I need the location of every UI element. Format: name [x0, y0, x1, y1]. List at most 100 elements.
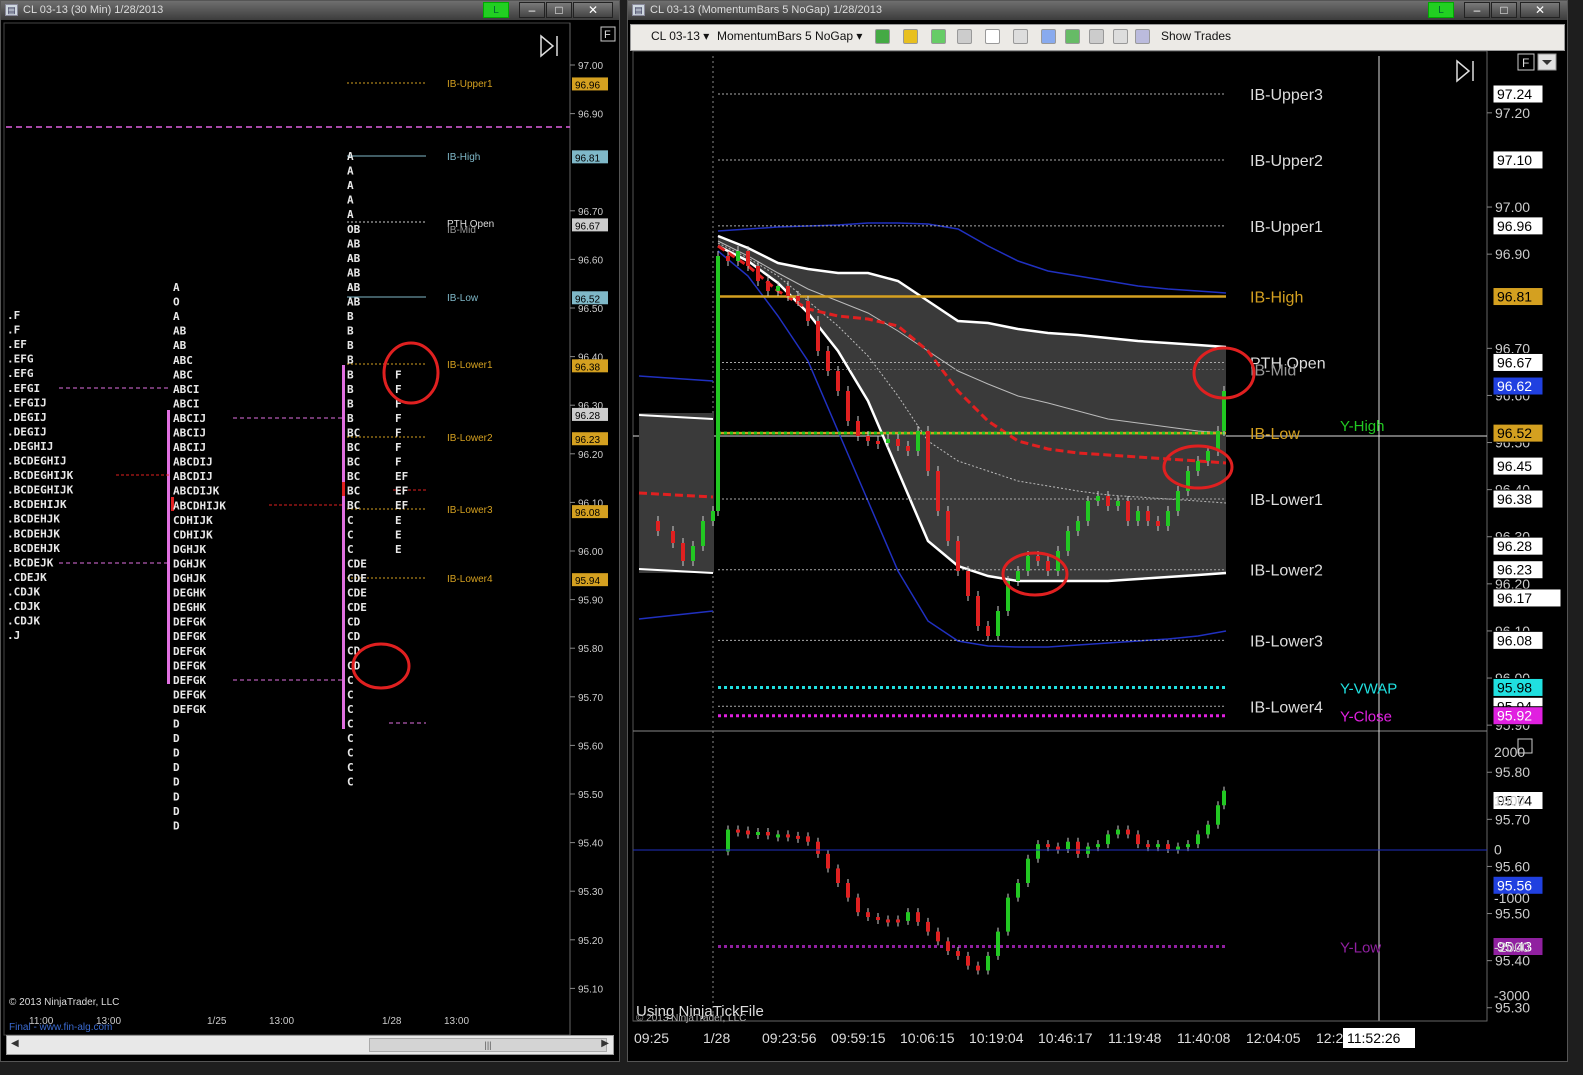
minimize-button[interactable]: – — [519, 2, 545, 18]
price-bar — [1196, 461, 1200, 471]
tpo-row: .DEGHIJ — [7, 440, 53, 453]
price-flag-label: 96.08 — [575, 508, 600, 519]
value-area-bar — [342, 365, 345, 729]
momentum-bar — [1126, 829, 1130, 835]
tpo-row: .BCDEGHIJ — [7, 455, 67, 468]
price-tick-label: 96.20 — [578, 450, 603, 461]
crosshair-icon[interactable] — [985, 29, 1000, 44]
scroll-to-end-icon[interactable] — [540, 34, 558, 58]
momentum-chart-window[interactable]: ▤ CL 03-13 (MomentumBars 5 NoGap) 1/28/2… — [627, 0, 1568, 1062]
tpo-row: B — [347, 339, 354, 352]
instrument-selector[interactable]: CL 03-13 ▾ — [651, 29, 709, 43]
price-bar — [946, 511, 950, 541]
add-indicator-icon[interactable] — [931, 29, 946, 44]
time-tick-label: 09:59:15 — [831, 1030, 886, 1046]
tpo-row: B — [347, 354, 354, 367]
tpo-row: D — [173, 776, 180, 789]
tpo-row: B — [347, 412, 354, 425]
tpo-row: .BCDEJK — [7, 556, 54, 569]
price-bar — [656, 521, 660, 531]
price-bar — [1126, 501, 1130, 521]
properties-icon[interactable] — [1089, 29, 1104, 44]
scrollbar-thumb[interactable]: ||| — [369, 1038, 607, 1052]
price-bar — [1206, 451, 1210, 461]
scroll-right-icon[interactable]: ▶ — [601, 1038, 609, 1049]
left-title-bar[interactable]: ▤ CL 03-13 (30 Min) 1/28/2013 L – □ ✕ — [1, 1, 619, 20]
price-flag-label: 95.92 — [1497, 708, 1532, 724]
price-flag-label: 97.24 — [1497, 86, 1532, 102]
price-tick-label: 95.80 — [578, 644, 603, 655]
price-flag-label: 96.38 — [1497, 491, 1532, 507]
live-badge[interactable]: L — [1428, 2, 1454, 18]
show-trades-button[interactable]: Show Trades — [1161, 29, 1231, 43]
tpo-row: F — [395, 456, 402, 469]
momentum-bar — [1106, 834, 1110, 845]
right-title-bar[interactable]: ▤ CL 03-13 (MomentumBars 5 NoGap) 1/28/2… — [628, 1, 1567, 20]
y-level-label: Y-High — [1340, 418, 1384, 435]
time-tick-label: 11:00 — [29, 1016, 54, 1027]
tpo-row: E — [395, 528, 402, 541]
panel-flag-icon[interactable]: F — [600, 26, 616, 42]
momentum-bar — [1216, 805, 1220, 825]
level-label: IB-High — [447, 152, 480, 163]
minimize-button[interactable]: – — [1464, 2, 1490, 18]
price-tick-label: 95.10 — [578, 984, 603, 995]
close-button[interactable]: ✕ — [1520, 2, 1560, 18]
remove-indicator-icon[interactable] — [957, 29, 972, 44]
live-badge[interactable]: L — [483, 2, 509, 18]
momentum-chart-canvas[interactable]: F IB-Upper3IB-Upper2IB-Upper1IB-HighPTH … — [628, 51, 1567, 1062]
price-bar — [826, 351, 830, 371]
price-bar — [906, 446, 910, 451]
horizontal-scrollbar[interactable]: ◀ ||| ▶ — [6, 1035, 614, 1055]
strategies-icon[interactable] — [1065, 29, 1080, 44]
tpo-row: A — [347, 179, 354, 192]
tpo-row: C — [347, 674, 354, 687]
maximize-button[interactable]: □ — [1491, 2, 1517, 18]
momentum-bar — [1056, 846, 1060, 850]
tpo-row: EF — [395, 485, 408, 498]
tpo-profile-day2: AOAABABABCABCABCIABCIABCIJABCIJABCIJABCD… — [173, 281, 226, 832]
zoom-icon[interactable] — [1013, 29, 1028, 44]
close-button[interactable]: ✕ — [573, 2, 613, 18]
momentum-bar — [956, 951, 960, 956]
right-window-title: CL 03-13 (MomentumBars 5 NoGap) 1/28/201… — [650, 4, 882, 16]
chart-app-icon: ▤ — [5, 4, 18, 16]
poc-marker — [342, 482, 345, 496]
drawing-tools-icon[interactable] — [903, 29, 918, 44]
tpo-row: A — [347, 150, 354, 163]
tpo-row: CDE — [347, 601, 367, 614]
level-label: IB-Lower1 — [1250, 492, 1323, 509]
panel-flag-icon[interactable]: F — [1517, 53, 1557, 71]
level-label: IB-Lower1 — [447, 360, 493, 371]
price-bar — [806, 301, 810, 321]
momentum-bar — [1206, 824, 1210, 835]
maximize-button[interactable]: □ — [546, 2, 572, 18]
chart-style-icon[interactable] — [875, 29, 890, 44]
indicators-icon[interactable] — [1041, 29, 1056, 44]
tpo-row: B — [347, 325, 354, 338]
tpo-chart-canvas[interactable]: F IB-Upper1 IB-High PTH Open IB-Mid IB-L… — [1, 21, 619, 1061]
price-tick-label: 96.00 — [578, 547, 603, 558]
templates-icon[interactable] — [1135, 29, 1150, 44]
tpo-row: ABCI — [173, 397, 200, 410]
price-bar — [866, 436, 870, 441]
price-tick-label: 95.60 — [1495, 858, 1530, 874]
momentum-bar — [996, 931, 1000, 956]
momentum-bar — [786, 834, 790, 838]
momentum-bar — [1186, 844, 1190, 848]
tpo-row: E — [395, 543, 402, 556]
bar-type-selector[interactable]: MomentumBars 5 NoGap ▾ — [717, 29, 862, 43]
price-tick-label: 97.00 — [578, 61, 603, 72]
scroll-left-icon[interactable]: ◀ — [11, 1038, 19, 1049]
tpo-profile-day3: AAAAAOBABABABABABBBBBBBBBBCBCBCBCBCBCCCC… — [347, 150, 408, 789]
tpo-row: C — [347, 761, 354, 774]
tpo-chart-window[interactable]: ▤ CL 03-13 (30 Min) 1/28/2013 L – □ ✕ F … — [0, 0, 620, 1062]
scroll-to-end-icon[interactable] — [1456, 59, 1474, 83]
svg-text:F: F — [604, 29, 611, 41]
momentum-bar — [866, 912, 870, 918]
momentum-bar — [906, 912, 910, 921]
tpo-row: .BCDEGHIJK — [7, 484, 74, 497]
data-box-icon[interactable] — [1113, 29, 1128, 44]
tpo-row: DEFGK — [173, 659, 206, 672]
price-bar — [691, 546, 695, 561]
